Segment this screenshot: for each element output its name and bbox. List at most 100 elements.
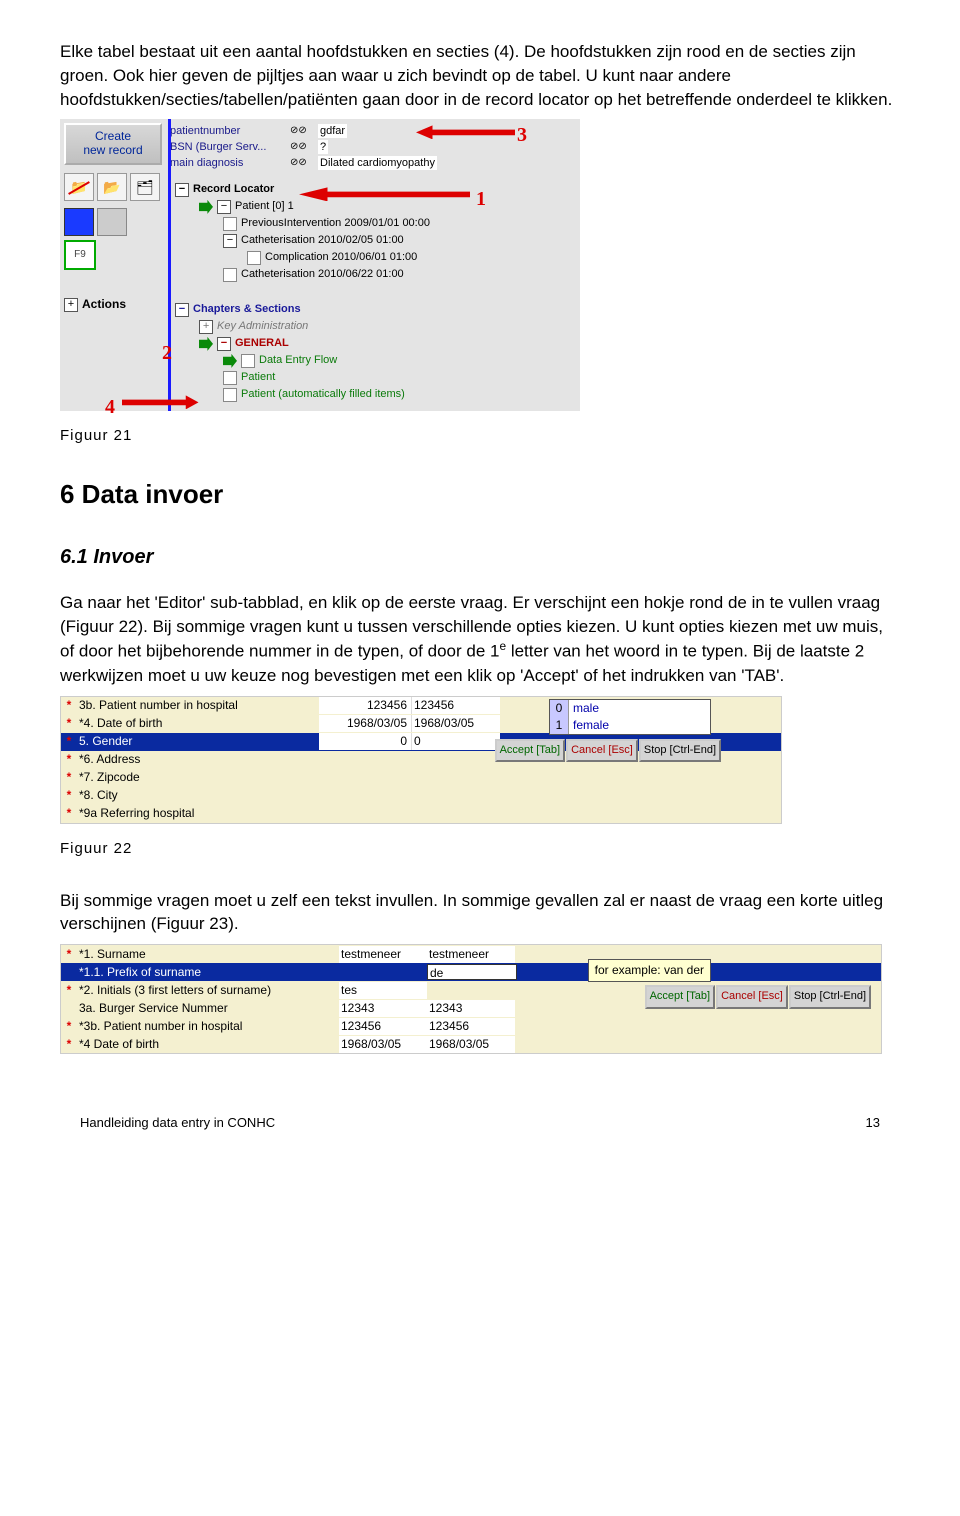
top-field-row: main diagnosis ⊘⊘ Dilated cardiomyopathy: [170, 155, 576, 171]
figure-22: *3b. Patient number in hospital123456123…: [60, 696, 782, 824]
tree-label: GENERAL: [235, 336, 289, 351]
folder-icon[interactable]: 📂: [97, 173, 127, 201]
box-icon: [223, 388, 237, 402]
arrow-right-icon: [199, 337, 213, 351]
tree-node-section[interactable]: Patient: [223, 369, 580, 386]
chapters-sections-node[interactable]: − Chapters & Sections: [175, 301, 580, 318]
tree-node[interactable]: PreviousIntervention 2009/01/01 00:00: [223, 215, 580, 232]
value-cell[interactable]: 12343: [427, 1000, 515, 1017]
required-mark: *: [61, 982, 77, 999]
question-label: *1.1. Prefix of surname: [77, 964, 339, 981]
tree-label: Data Entry Flow: [259, 353, 337, 368]
top-field-row: patientnumber ⊘⊘ gdfar: [170, 123, 576, 139]
table-row[interactable]: **1. Surnametestmeneertestmeneer: [61, 945, 881, 963]
value-cell: 0: [319, 733, 412, 750]
map-icon[interactable]: [97, 208, 127, 236]
tree-label: PreviousIntervention 2009/01/01 00:00: [241, 216, 430, 231]
cancel-button[interactable]: Cancel [Esc]: [716, 985, 788, 1008]
field-label: patientnumber: [170, 124, 290, 139]
figure-22-caption: Figuur 22: [60, 838, 900, 859]
table-row[interactable]: **7. Zipcode: [61, 769, 781, 787]
stop-button[interactable]: Stop [Ctrl-End]: [789, 985, 871, 1008]
field-value[interactable]: gdfar: [318, 124, 347, 138]
minus-icon[interactable]: −: [175, 183, 189, 197]
question-label: *4. Date of birth: [77, 715, 319, 732]
required-mark: *: [61, 769, 77, 786]
option-key: 1: [550, 717, 569, 734]
plus-icon[interactable]: +: [199, 320, 213, 334]
field-value[interactable]: ?: [318, 140, 328, 154]
annotation-1: 1: [476, 185, 486, 213]
tree-node-section[interactable]: Patient (automatically filled items): [223, 386, 580, 403]
minus-icon[interactable]: −: [217, 337, 231, 351]
table-row[interactable]: **9a Referring hospital: [61, 805, 781, 823]
heading-6: 6 Data invoer: [60, 476, 900, 512]
required-mark: *: [61, 787, 77, 804]
required-mark: *: [61, 751, 77, 768]
plus-icon[interactable]: +: [64, 298, 78, 312]
tree-node[interactable]: Complication 2010/06/01 01:00: [247, 249, 580, 266]
question-label: *1. Surname: [77, 946, 339, 963]
tree-node[interactable]: − Patient [0] 1: [199, 198, 580, 215]
value-cell[interactable]: 1968/03/05: [412, 715, 500, 732]
create-btn-line2: new record: [66, 144, 160, 158]
tree-node[interactable]: − Catheterisation 2010/02/05 01:00: [223, 232, 580, 249]
value-cell[interactable]: 0: [412, 733, 500, 750]
option-value: male: [569, 700, 599, 717]
dropdown-option[interactable]: 0 male: [550, 700, 710, 717]
value-cell: 123456: [339, 1018, 427, 1035]
question-label: *3b. Patient number in hospital: [77, 1018, 339, 1035]
annotation-3: 3: [517, 121, 527, 149]
f9-button[interactable]: F9: [64, 240, 96, 270]
page-footer: Handleiding data entry in CONHC 13: [60, 1114, 900, 1132]
actions-toggle[interactable]: + Actions: [64, 296, 162, 313]
required-mark: *: [61, 1018, 77, 1035]
tree-node[interactable]: Catheterisation 2010/06/22 01:00: [223, 266, 580, 283]
folder-icon[interactable]: 🗂: [130, 173, 160, 201]
folder-disabled-icon[interactable]: 📁: [64, 173, 94, 201]
question-label: *2. Initials (3 first letters of surname…: [77, 982, 339, 999]
required-mark: *: [61, 715, 77, 732]
required-mark: *: [61, 697, 77, 714]
top-field-row: BSN (Burger Serv... ⊘⊘ ?: [170, 139, 576, 155]
tooltip-hint: for example: van der: [588, 959, 711, 982]
question-label: *4 Date of birth: [77, 1036, 339, 1053]
minus-icon[interactable]: −: [217, 200, 231, 214]
table-row[interactable]: *1.1. Prefix of surname de: [61, 963, 881, 981]
tree-label: Complication 2010/06/01 01:00: [265, 250, 417, 265]
gender-dropdown[interactable]: 0 male 1 female: [549, 699, 711, 735]
annotation-4: 4: [105, 393, 115, 421]
stop-button[interactable]: Stop [Ctrl-End]: [639, 739, 721, 762]
tree-label: Patient (automatically filled items): [241, 387, 405, 402]
box-icon: [247, 251, 261, 265]
value-cell[interactable]: testmeneer: [427, 946, 515, 963]
table-row[interactable]: **4 Date of birth1968/03/051968/03/05: [61, 1035, 881, 1053]
value-cell[interactable]: 123456: [427, 1018, 515, 1035]
box-icon: [223, 268, 237, 282]
value-cell: 1968/03/05: [339, 1036, 427, 1053]
minus-icon[interactable]: −: [223, 234, 237, 248]
value-cell: 1968/03/05: [319, 715, 412, 732]
book-icon[interactable]: [64, 208, 94, 236]
tree-node[interactable]: + Key Administration: [199, 318, 580, 335]
table-row[interactable]: **3b. Patient number in hospital12345612…: [61, 1017, 881, 1035]
qc-icons: ⊘⊘: [290, 156, 318, 170]
required-mark: *: [61, 1036, 77, 1053]
value-cell[interactable]: 123456: [412, 697, 500, 714]
value-cell[interactable]: 1968/03/05: [427, 1036, 515, 1053]
accept-button[interactable]: Accept [Tab]: [495, 739, 566, 762]
minus-icon[interactable]: −: [175, 303, 189, 317]
field-label: main diagnosis: [170, 156, 290, 171]
accept-button[interactable]: Accept [Tab]: [645, 985, 716, 1008]
cancel-button[interactable]: Cancel [Esc]: [566, 739, 638, 762]
tree-node-chapter[interactable]: − GENERAL: [199, 335, 580, 352]
dropdown-option[interactable]: 1 female: [550, 717, 710, 734]
option-key: 0: [550, 700, 569, 717]
value-cell[interactable]: de: [427, 964, 517, 980]
tree-node-section[interactable]: Data Entry Flow: [223, 352, 580, 369]
field-value[interactable]: Dilated cardiomyopathy: [318, 156, 437, 170]
create-new-record-button[interactable]: Create new record: [64, 123, 162, 165]
value-cell: 12343: [339, 1000, 427, 1017]
table-row[interactable]: **8. City: [61, 787, 781, 805]
question-label: *8. City: [77, 787, 319, 804]
